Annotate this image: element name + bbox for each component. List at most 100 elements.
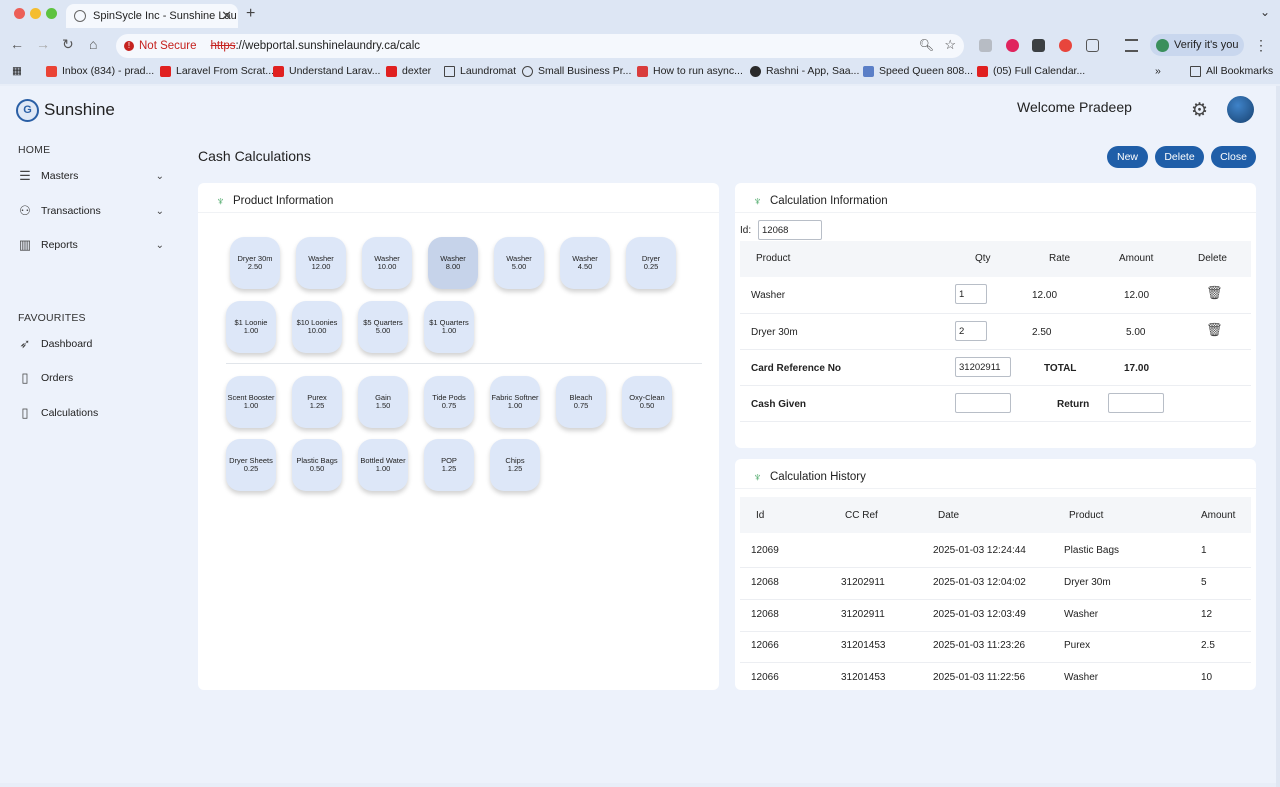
sidebar-home-heading[interactable]: HOME [18, 144, 50, 156]
column-header-rate: Rate [1049, 253, 1071, 264]
product-button[interactable]: Dryer 0.25 [626, 237, 676, 289]
logo: G [16, 99, 39, 122]
new-button[interactable]: New [1107, 146, 1148, 168]
extension-icon[interactable] [979, 39, 992, 52]
qty-input[interactable]: 1 [955, 284, 987, 304]
avatar[interactable] [1227, 96, 1254, 123]
product-button[interactable]: Washer 10.00 [362, 237, 412, 289]
bookmark-item[interactable]: Small Business Pr... [522, 65, 631, 77]
maximize-window-icon[interactable] [46, 8, 57, 19]
product-button[interactable]: $10 Loonies 10.00 [292, 301, 342, 353]
product-button[interactable]: Dryer 30m 2.50 [230, 237, 280, 289]
card-header: ♆ Product Information [216, 194, 333, 208]
zoom-icon[interactable]: 🔍︎ [919, 38, 934, 52]
bookmark-star-icon[interactable]: ☆ [944, 37, 956, 53]
bookmark-item[interactable]: Speed Queen 808... [863, 65, 973, 77]
new-tab-icon[interactable]: + [246, 5, 255, 23]
product-button[interactable]: Plastic Bags 0.50 [292, 439, 342, 491]
total-value: 17.00 [1124, 363, 1150, 374]
forward-icon[interactable]: → [36, 36, 50, 52]
browser-tab[interactable]: SpinSycle Inc - Sunshine Lau ✕ [66, 4, 238, 28]
gear-icon[interactable]: ⚙ [1191, 99, 1208, 122]
product-button[interactable]: Tide Pods 0.75 [424, 376, 474, 428]
back-icon[interactable]: ← [10, 36, 24, 52]
home-icon[interactable]: ⌂ [89, 36, 97, 52]
youtube-icon [977, 65, 988, 77]
sidebar-item-transactions[interactable]: ⚇ Transactions ⌄ [18, 200, 168, 222]
product-button[interactable]: POP 1.25 [424, 439, 474, 491]
product-price: 2.50 [247, 262, 263, 271]
cash-given-field[interactable] [955, 393, 1011, 413]
minimize-window-icon[interactable] [30, 8, 41, 19]
more-bookmarks-icon[interactable]: » [1155, 65, 1161, 77]
card-reference-field[interactable]: 31202911 [955, 357, 1011, 377]
product-button[interactable]: Bottled Water 1.00 [358, 439, 408, 491]
sidebar-item-reports[interactable]: ▥ Reports ⌄ [18, 234, 168, 256]
reading-list-icon[interactable] [1125, 39, 1138, 52]
delete-button[interactable]: Delete [1155, 146, 1204, 168]
close-window-icon[interactable] [14, 8, 25, 19]
apps-grid-icon[interactable]: ▦ [12, 65, 22, 77]
id-field[interactable]: 12068 [758, 220, 822, 240]
not-secure-label[interactable]: Not Secure [139, 40, 197, 52]
trash-icon[interactable]: 🗑︎ [1206, 285, 1223, 301]
menu-icon[interactable]: ⋮ [1254, 37, 1268, 54]
tab-title: SpinSycle Inc - Sunshine Lau [93, 10, 237, 22]
extensions-puzzle-icon[interactable] [1086, 39, 1099, 52]
bookmark-item[interactable]: Laundromat [444, 65, 516, 77]
verify-button[interactable]: Verify it's you [1150, 34, 1244, 56]
bookmark-item[interactable]: Laravel From Scrat... [160, 65, 274, 77]
card-header-divider [735, 212, 1256, 213]
product-button[interactable]: Washer 12.00 [296, 237, 346, 289]
trash-icon[interactable]: 🗑︎ [1206, 322, 1223, 338]
sidebar-item-orders[interactable]: ▯ Orders [18, 367, 168, 389]
tab-search-icon[interactable]: ⌄ [1260, 5, 1270, 19]
product-price: 5.00 [375, 326, 391, 335]
product-button[interactable]: Washer 5.00 [494, 237, 544, 289]
bookmark-item[interactable]: How to run async... [637, 65, 743, 77]
reload-icon[interactable]: ↻ [62, 36, 74, 53]
product-information-card: ♆ Product Information Dryer 30m 2.50 Wash… [198, 183, 719, 690]
product-button[interactable]: Purex 1.25 [292, 376, 342, 428]
extension-icon[interactable] [1059, 39, 1072, 52]
product-button[interactable]: Washer 4.50 [560, 237, 610, 289]
product-button[interactable]: Dryer Sheets 0.25 [226, 439, 276, 491]
product-button[interactable]: Bleach 0.75 [556, 376, 606, 428]
product-price: 1.00 [243, 401, 259, 410]
all-bookmarks[interactable]: All Bookmarks [1190, 65, 1273, 77]
extension-icon[interactable] [1006, 39, 1019, 52]
trophy-icon: ♆ [216, 194, 225, 208]
address-bar[interactable]: ! Not Secure https ://webportal.sunshine… [116, 34, 964, 58]
close-button[interactable]: Close [1211, 146, 1256, 168]
bookmark-item[interactable]: dexter [386, 65, 431, 77]
navigation-bar: ← → ↻ ⌂ ! Not Secure https ://webportal.… [0, 32, 1280, 58]
history-amount: 1 [1201, 545, 1207, 556]
bookmark-item[interactable]: Rashni - App, Saa... [750, 65, 859, 77]
product-button[interactable]: Washer 8.00 [428, 237, 478, 289]
product-button[interactable]: Gain 1.50 [358, 376, 408, 428]
trophy-icon: ♆ [753, 470, 762, 484]
product-button[interactable]: $1 Loonie 1.00 [226, 301, 276, 353]
bookmark-item[interactable]: Inbox (834) - prad... [46, 65, 154, 77]
bookmark-item[interactable]: (05) Full Calendar... [977, 65, 1085, 77]
sidebar-item-calculations[interactable]: ▯ Calculations [18, 402, 168, 424]
product-price: 0.50 [309, 464, 325, 473]
qty-input[interactable]: 2 [955, 321, 987, 341]
product-button[interactable]: Scent Booster 1.00 [226, 376, 276, 428]
sidebar-item-dashboard[interactable]: ➶ Dashboard [18, 333, 168, 355]
youtube-icon [273, 65, 284, 77]
column-header-delete: Delete [1198, 253, 1227, 264]
rocket-icon: ➶ [19, 336, 31, 351]
folder-icon [444, 65, 455, 77]
product-button[interactable]: Oxy-Clean 0.50 [622, 376, 672, 428]
product-button[interactable]: $5 Quarters 5.00 [358, 301, 408, 353]
product-button[interactable]: Fabric Softner 1.00 [490, 376, 540, 428]
return-field[interactable] [1108, 393, 1164, 413]
sidebar-item-masters[interactable]: ☰ Masters ⌄ [18, 165, 168, 187]
extension-icon[interactable] [1032, 39, 1045, 52]
close-tab-icon[interactable]: ✕ [221, 8, 232, 24]
product-button[interactable]: $1 Quarters 1.00 [424, 301, 474, 353]
product-button[interactable]: Chips 1.25 [490, 439, 540, 491]
history-id: 12068 [751, 577, 779, 588]
bookmark-item[interactable]: Understand Larav... [273, 65, 380, 77]
